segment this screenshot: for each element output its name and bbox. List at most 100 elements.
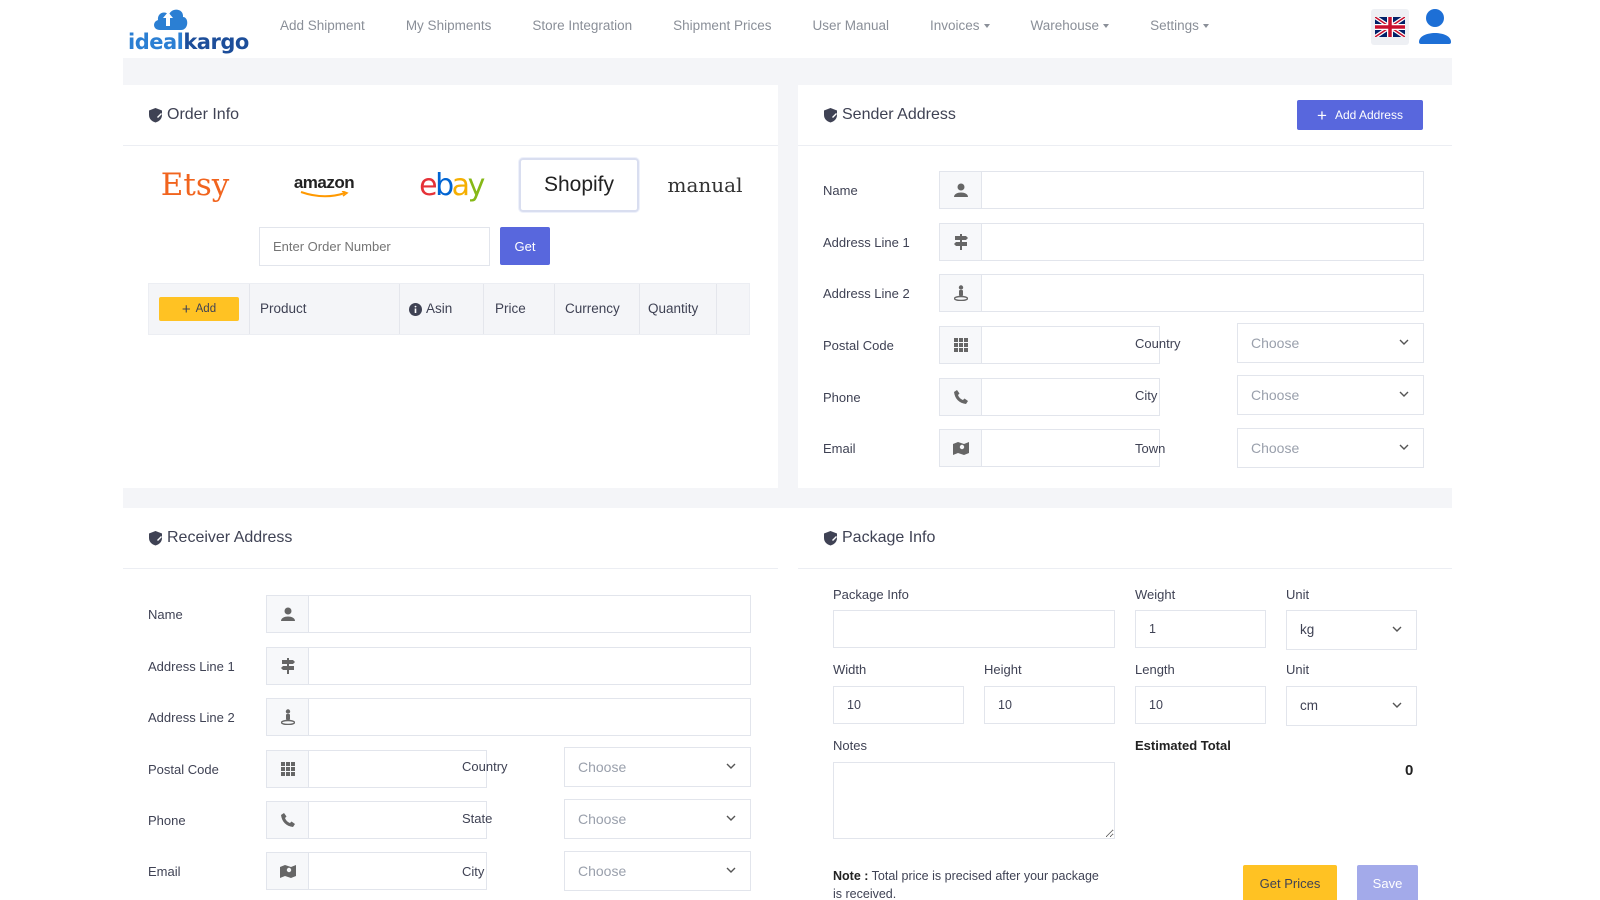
shield-icon <box>824 531 837 546</box>
sender-phone-group <box>939 378 1160 416</box>
nav-warehouse[interactable]: Warehouse <box>1031 18 1110 38</box>
add-product-button[interactable]: + Add <box>159 297 239 321</box>
sender-town-select[interactable]: Choose <box>1237 428 1424 468</box>
sender-country-select[interactable]: Choose <box>1237 323 1424 363</box>
receiver-city-select[interactable]: Choose <box>564 851 751 891</box>
height-input[interactable]: 10 <box>984 686 1115 724</box>
dim-unit-select[interactable]: cm <box>1286 686 1417 726</box>
sender-address-title-text: Sender Address <box>842 106 956 123</box>
main-nav: Add Shipment My Shipments Store Integrat… <box>280 18 1250 38</box>
brand-logo[interactable]: idealkargo <box>128 4 249 54</box>
sender-address2-input[interactable] <box>982 274 1424 312</box>
sender-city-select[interactable]: Choose <box>1237 375 1424 415</box>
receiver-email-label: Email <box>148 864 181 879</box>
length-input[interactable]: 10 <box>1135 686 1266 724</box>
language-selector[interactable] <box>1371 9 1409 45</box>
receiver-phone-input[interactable] <box>309 801 487 839</box>
phone-icon <box>939 378 982 416</box>
receiver-city-label: City <box>462 864 485 879</box>
sender-address1-group <box>939 223 1424 261</box>
add-address-button[interactable]: + Add Address <box>1297 100 1423 130</box>
ebay-logo: ebay <box>419 167 485 203</box>
store-amazon[interactable]: amazon <box>278 158 370 212</box>
store-shopify[interactable]: Shopify <box>519 158 639 212</box>
weight-input[interactable]: 1 <box>1135 610 1266 648</box>
order-number-input[interactable] <box>259 227 490 266</box>
order-info-title-text: Order Info <box>167 106 240 123</box>
nav-settings[interactable]: Settings <box>1150 18 1209 38</box>
order-info-title: Order Info <box>148 106 239 124</box>
receiver-state-label: State <box>462 811 493 826</box>
column-price: Price <box>495 301 526 316</box>
sender-town-value: Choose <box>1251 440 1300 456</box>
column-quantity: Quantity <box>648 301 699 316</box>
store-etsy[interactable]: Etsy <box>150 158 240 212</box>
receiver-address1-group <box>266 647 751 685</box>
signpost-icon <box>266 647 309 685</box>
amazon-logo: amazon <box>293 172 355 192</box>
receiver-name-input[interactable] <box>309 595 751 633</box>
nav-invoices-label: Invoices <box>930 18 980 33</box>
shopify-label: Shopify <box>543 173 615 196</box>
notes-textarea[interactable] <box>833 762 1115 839</box>
info-icon <box>409 302 422 316</box>
sender-country-value: Choose <box>1251 335 1300 351</box>
sender-name-label: Name <box>823 183 858 198</box>
shield-icon <box>824 108 837 123</box>
column-divider <box>249 284 250 334</box>
sender-name-input[interactable] <box>982 171 1424 209</box>
sender-postal-input[interactable] <box>982 326 1160 364</box>
map-marker-icon <box>939 429 982 467</box>
nav-settings-label: Settings <box>1150 18 1199 33</box>
sender-email-input[interactable] <box>982 429 1160 467</box>
sender-address1-input[interactable] <box>982 223 1424 261</box>
width-input[interactable]: 10 <box>833 686 964 724</box>
receiver-name-label: Name <box>148 607 183 622</box>
receiver-address1-input[interactable] <box>309 647 751 685</box>
receiver-email-input[interactable] <box>309 852 487 890</box>
sender-email-group <box>939 429 1160 467</box>
dim-unit-label: Unit <box>1286 662 1310 677</box>
package-info-title: Package Info <box>823 529 935 547</box>
receiver-state-select[interactable]: Choose <box>564 799 751 839</box>
weight-unit-label: Unit <box>1286 587 1310 602</box>
price-note: Note : Total price is precised after you… <box>833 867 1103 900</box>
receiver-name-group <box>266 595 751 633</box>
receiver-email-group <box>266 852 487 890</box>
nav-user-manual[interactable]: User Manual <box>812 18 889 38</box>
get-prices-label: Get Prices <box>1259 876 1321 891</box>
street-view-icon <box>939 274 982 312</box>
store-manual[interactable]: manual <box>660 158 750 212</box>
column-product: Product <box>260 301 307 316</box>
receiver-address2-input[interactable] <box>309 698 751 736</box>
sender-address2-group <box>939 274 1424 312</box>
sender-phone-input[interactable] <box>982 378 1160 416</box>
add-address-label: Add Address <box>1334 108 1403 122</box>
chevron-down-icon <box>1399 444 1409 450</box>
weight-unit-select[interactable]: kg <box>1286 610 1417 650</box>
receiver-postal-input[interactable] <box>309 750 487 788</box>
nav-shipment-prices[interactable]: Shipment Prices <box>673 18 771 38</box>
caret-down-icon <box>1202 24 1209 28</box>
nav-store-integration[interactable]: Store Integration <box>532 18 632 38</box>
user-avatar[interactable] <box>1418 8 1452 44</box>
save-button[interactable]: Save <box>1357 865 1418 900</box>
signpost-icon <box>939 223 982 261</box>
ebay-b: b <box>435 167 454 203</box>
chevron-down-icon <box>726 763 736 769</box>
column-divider <box>554 284 555 334</box>
receiver-country-select[interactable]: Choose <box>564 747 751 787</box>
receiver-state-value: Choose <box>578 811 627 827</box>
column-asin-label: Asin <box>426 301 453 316</box>
receiver-address-title: Receiver Address <box>148 529 292 547</box>
nav-my-shipments[interactable]: My Shipments <box>406 18 492 38</box>
store-ebay[interactable]: ebay <box>405 158 497 212</box>
get-prices-button[interactable]: Get Prices <box>1243 865 1337 900</box>
package-info-input[interactable] <box>833 610 1115 648</box>
get-order-button[interactable]: Get <box>500 227 550 265</box>
nav-add-shipment[interactable]: Add Shipment <box>280 18 365 38</box>
nav-invoices[interactable]: Invoices <box>930 18 990 38</box>
column-divider <box>716 284 717 334</box>
receiver-address2-group <box>266 698 751 736</box>
products-table-header: + Add Product Asin Price Currency Quantit… <box>148 283 750 335</box>
